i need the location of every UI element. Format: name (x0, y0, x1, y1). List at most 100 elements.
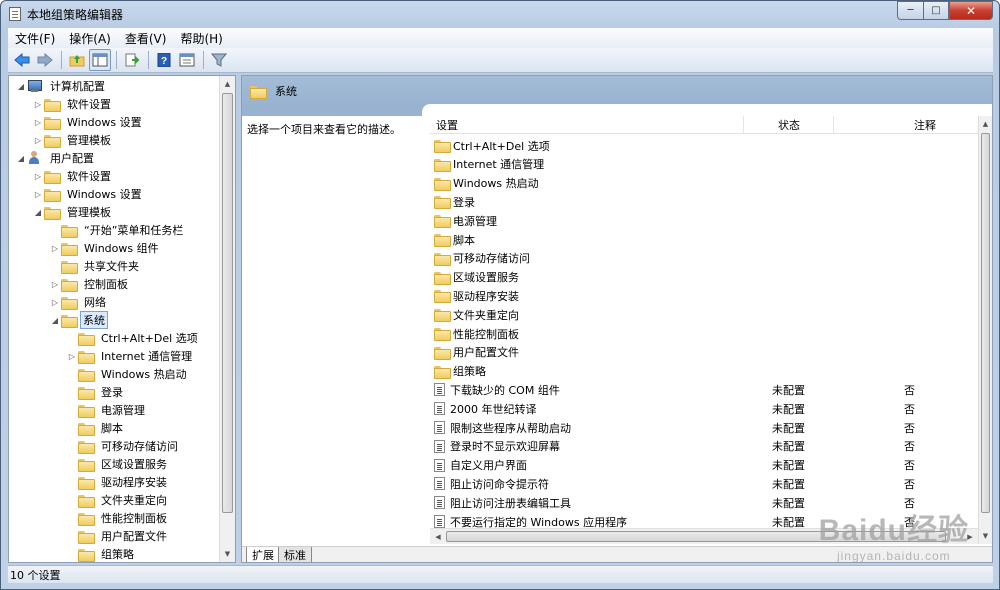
tree-item-system-child[interactable]: 用户配置文件 (66, 527, 171, 545)
expand-arrow-icon[interactable]: ▷ (32, 185, 44, 203)
folder-icon (434, 309, 451, 323)
tree-item-system-child[interactable]: 驱动程序安装 (66, 473, 171, 491)
maximize-button[interactable]: □ (923, 1, 949, 20)
tree-item-user-config[interactable]: ◢ 用户配置 (15, 149, 98, 167)
list-item-folder[interactable]: Internet 通信管理 (434, 155, 979, 174)
scroll-up-arrow-icon[interactable]: ▲ (220, 76, 235, 92)
tree-item-system-child[interactable]: 脚本 (66, 419, 127, 437)
list-item-folder[interactable]: 文件夹重定向 (434, 305, 979, 324)
toolbar-separator (116, 51, 117, 69)
expand-arrow-icon[interactable]: ▷ (49, 239, 61, 257)
tree-item-system-child[interactable]: ▷ Internet 通信管理 (66, 347, 196, 365)
scroll-down-arrow-icon[interactable]: ▼ (979, 528, 992, 544)
tree-item-system[interactable]: ◢ 系统 (49, 311, 108, 329)
help-icon[interactable]: ? (153, 49, 175, 71)
folder-icon (434, 365, 451, 379)
column-setting[interactable]: 设置 (430, 115, 744, 134)
list-item-folder[interactable]: 电源管理 (434, 211, 979, 230)
scroll-down-arrow-icon[interactable]: ▼ (220, 546, 235, 562)
list-item-policy[interactable]: 限制这些程序从帮助启动 未配置 否 (434, 418, 979, 437)
list-item-folder[interactable]: 组策略 (434, 362, 979, 381)
tree-item-system-child[interactable]: 可移动存储访问 (66, 437, 182, 455)
expand-arrow-icon[interactable]: ▷ (49, 293, 61, 311)
list-item-folder[interactable]: 可移动存储访问 (434, 249, 979, 268)
list-item-folder[interactable]: 驱动程序安装 (434, 286, 979, 305)
list-item-folder[interactable]: 性能控制面板 (434, 324, 979, 343)
menu-help[interactable]: 帮助(H) (173, 30, 229, 47)
tree-item-shared-folders[interactable]: 共享文件夹 (49, 257, 143, 275)
collapse-arrow-icon[interactable]: ◢ (15, 149, 27, 167)
menu-file[interactable]: 文件(F) (8, 30, 62, 47)
tree-item-control-panel[interactable]: ▷ 控制面板 (49, 275, 132, 293)
forward-arrow-icon[interactable] (34, 49, 56, 71)
list-vscrollbar[interactable]: ▲ ▼ (978, 116, 992, 544)
column-note[interactable]: 注释 (834, 116, 964, 134)
list-item-policy[interactable]: 下载缺少的 COM 组件 未配置 否 (434, 380, 979, 399)
tree-item-system-child[interactable]: 区域设置服务 (66, 455, 171, 473)
list-item-folder[interactable]: 脚本 (434, 230, 979, 249)
collapse-arrow-icon[interactable]: ◢ (15, 77, 27, 95)
policy-status: 未配置 (772, 477, 805, 491)
list-item-policy[interactable]: 登录时不显示欢迎屏幕 未配置 否 (434, 437, 979, 456)
tree-item-computer-config[interactable]: ◢ 计算机配置 (15, 77, 109, 95)
policy-note: 否 (904, 459, 915, 473)
list-item-policy[interactable]: 2000 年世纪转译 未配置 否 (434, 399, 979, 418)
list-item-folder[interactable]: 登录 (434, 192, 979, 211)
tree-scroll-thumb[interactable] (222, 93, 233, 513)
tab-standard[interactable]: 标准 (278, 547, 312, 562)
list-scroll-thumb[interactable] (981, 133, 990, 513)
list-item-folder[interactable]: Ctrl+Alt+Del 选项 (434, 136, 979, 155)
expand-arrow-icon[interactable]: ▷ (32, 131, 44, 149)
filter-icon[interactable] (208, 49, 230, 71)
tree-item-cc-software[interactable]: ▷ 软件设置 (32, 95, 115, 113)
properties-icon[interactable] (176, 49, 198, 71)
tree-item-uc-admin[interactable]: ◢ 管理模板 (32, 203, 115, 221)
policy-status: 未配置 (772, 383, 805, 397)
tree-item-system-child[interactable]: Windows 热启动 (66, 365, 191, 383)
expand-arrow-icon[interactable]: ▷ (32, 167, 44, 185)
tree-item-system-child[interactable]: 性能控制面板 (66, 509, 171, 527)
expand-arrow-icon[interactable]: ▷ (32, 113, 44, 131)
show-hide-tree-icon[interactable] (89, 49, 111, 71)
policy-status: 未配置 (772, 459, 805, 473)
tree-item-cc-admin[interactable]: ▷ 管理模板 (32, 131, 115, 149)
tree-scrollbar[interactable]: ▲ ▼ (219, 76, 235, 562)
menu-view[interactable]: 查看(V) (118, 30, 174, 47)
back-arrow-icon[interactable] (11, 49, 33, 71)
list-header: 设置 状态 注释 (430, 115, 978, 134)
up-folder-icon[interactable] (66, 49, 88, 71)
item-name: 电源管理 (453, 214, 497, 228)
folder-icon (434, 140, 451, 153)
column-status[interactable]: 状态 (744, 115, 834, 134)
minimize-button[interactable]: ─ (897, 1, 923, 20)
scroll-up-arrow-icon[interactable]: ▲ (979, 116, 992, 132)
tree-item-uc-windows[interactable]: ▷ Windows 设置 (32, 185, 146, 203)
close-button[interactable]: ✕ (949, 1, 993, 20)
scroll-left-arrow-icon[interactable]: ◀ (430, 529, 446, 545)
menu-action[interactable]: 操作(A) (62, 30, 118, 47)
tree-item-system-child[interactable]: 文件夹重定向 (66, 491, 171, 509)
expand-arrow-icon[interactable]: ▷ (49, 275, 61, 293)
list-item-folder[interactable]: 用户配置文件 (434, 343, 979, 362)
tree-item-system-child[interactable]: 登录 (66, 383, 127, 401)
list-item-folder[interactable]: 区域设置服务 (434, 268, 979, 287)
policy-setting-icon (434, 458, 445, 472)
list-item-policy[interactable]: 阻止访问命令提示符 未配置 否 (434, 474, 979, 493)
tree-item-system-child[interactable]: 组策略 (66, 545, 138, 562)
tree-item-cc-windows[interactable]: ▷ Windows 设置 (32, 113, 146, 131)
tree-item-start-menu[interactable]: “开始”菜单和任务栏 (49, 221, 187, 239)
collapse-arrow-icon[interactable]: ◢ (49, 311, 61, 329)
collapse-arrow-icon[interactable]: ◢ (32, 203, 44, 221)
tree-item-network[interactable]: ▷ 网络 (49, 293, 110, 311)
tree-item-uc-software[interactable]: ▷ 软件设置 (32, 167, 115, 185)
export-list-icon[interactable] (121, 49, 143, 71)
list-item-policy[interactable]: 自定义用户界面 未配置 否 (434, 456, 979, 475)
tree-item-system-child[interactable]: 电源管理 (66, 401, 149, 419)
expand-arrow-icon[interactable]: ▷ (66, 347, 78, 365)
list-item-folder[interactable]: Windows 热启动 (434, 174, 979, 193)
folder-icon (250, 85, 267, 99)
tree-item-windows-components[interactable]: ▷ Windows 组件 (49, 239, 163, 257)
tab-extended[interactable]: 扩展 (246, 547, 280, 562)
tree-item-system-child[interactable]: Ctrl+Alt+Del 选项 (66, 329, 202, 347)
expand-arrow-icon[interactable]: ▷ (32, 95, 44, 113)
